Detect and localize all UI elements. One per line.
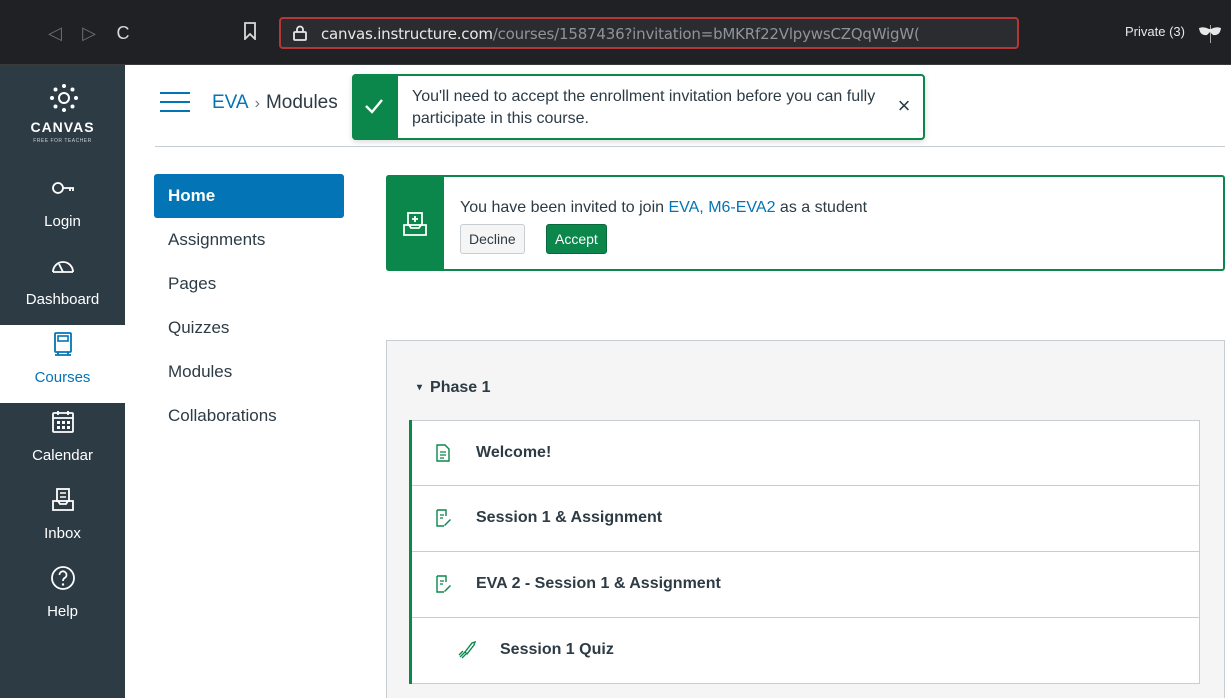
course-nav-pages[interactable]: Pages <box>154 262 344 306</box>
course-menu-toggle[interactable] <box>160 92 190 114</box>
courses-icon <box>53 332 72 356</box>
course-nav-modules[interactable]: Modules <box>154 350 344 394</box>
canvas-logo[interactable]: CANVAS FREE FOR TEACHER <box>0 79 125 159</box>
invitation-course-link[interactable]: EVA, M6-EVA2 <box>668 199 775 216</box>
module-item[interactable]: Session 1 & Assignment <box>412 486 1200 552</box>
breadcrumb-separator: › <box>254 95 260 112</box>
header-divider <box>155 146 1225 147</box>
course-nav-assignments[interactable]: Assignments <box>154 218 344 262</box>
global-nav-calendar[interactable]: Calendar <box>0 403 125 481</box>
module-item[interactable]: Session 1 Quiz <box>412 618 1200 684</box>
global-nav-login[interactable]: Login <box>0 169 125 247</box>
module-phase-1: ▾ Phase 1 Welcome! Session 1 & Assignment <box>386 340 1225 698</box>
close-icon[interactable]: × <box>894 95 914 117</box>
flash-text: You'll need to accept the enrollment inv… <box>412 88 876 127</box>
assignment-icon <box>436 509 451 527</box>
calendar-icon <box>51 411 74 433</box>
module-item-title[interactable]: Session 1 Quiz <box>500 641 614 659</box>
breadcrumb-current: Modules <box>265 92 338 113</box>
course-navigation: Home Assignments Pages Quizzes Modules C… <box>154 174 344 438</box>
module-header[interactable]: ▾ Phase 1 <box>417 379 491 397</box>
browser-toolbar: ◁ ▷ C canvas.instructure.com/courses/158… <box>0 0 1231 65</box>
global-nav-label: Dashboard <box>25 291 100 308</box>
global-nav-label: Inbox <box>44 525 81 542</box>
canvas-wordmark: CANVAS <box>30 119 95 135</box>
global-nav-label: Courses <box>34 369 91 386</box>
enrollment-invitation: You have been invited to join EVA, M6-EV… <box>386 175 1225 271</box>
lock-icon <box>293 25 307 41</box>
back-icon[interactable]: ◁ <box>44 22 66 44</box>
invitation-text: You have been invited to join EVA, M6-EV… <box>460 199 867 217</box>
module-item[interactable]: EVA 2 - Session 1 & Assignment <box>412 552 1200 618</box>
flash-message: You'll need to accept the enrollment inv… <box>352 74 925 140</box>
quiz-icon <box>458 641 476 659</box>
accept-button[interactable]: Accept <box>546 224 607 254</box>
page-icon <box>436 444 450 462</box>
course-nav-home[interactable]: Home <box>154 174 344 218</box>
url-path: /courses/1587436?invitation=bMKRf22Vlpyw… <box>492 25 920 43</box>
collapse-caret-icon[interactable]: ▾ <box>417 382 422 393</box>
invitation-text-before: You have been invited to join <box>460 199 669 216</box>
invitation-icon-box <box>386 175 444 271</box>
invitation-text-after: as a student <box>775 199 868 216</box>
global-nav-help[interactable]: Help <box>0 559 125 637</box>
module-item-title[interactable]: Welcome! <box>476 444 551 462</box>
course-nav-collaborations[interactable]: Collaborations <box>154 394 344 438</box>
global-nav-inbox[interactable]: Inbox <box>0 481 125 559</box>
invitation-icon <box>403 212 427 236</box>
breadcrumb-course-link[interactable]: EVA <box>212 92 249 113</box>
global-nav-label: Calendar <box>32 447 93 464</box>
module-item[interactable]: Welcome! <box>412 420 1200 486</box>
decline-button[interactable]: Decline <box>460 224 525 254</box>
global-navigation: CANVAS FREE FOR TEACHER Login Dashboard … <box>0 65 125 698</box>
login-icon <box>51 182 74 194</box>
reload-icon[interactable]: C <box>112 22 134 44</box>
forward-icon[interactable]: ▷ <box>78 22 100 44</box>
global-nav-dashboard[interactable]: Dashboard <box>0 247 125 325</box>
bookmark-icon[interactable] <box>243 22 257 40</box>
url-host: canvas.instructure.com <box>321 25 493 43</box>
module-item-title[interactable]: Session 1 & Assignment <box>476 509 662 527</box>
assignment-icon <box>436 575 451 593</box>
flash-status <box>352 74 398 140</box>
inbox-icon <box>51 488 74 511</box>
module-item-list: Welcome! Session 1 & Assignment EVA 2 - … <box>409 420 1200 684</box>
canvas-tagline: FREE FOR TEACHER <box>33 138 92 144</box>
module-title: Phase 1 <box>430 379 491 396</box>
global-nav-courses[interactable]: Courses <box>0 325 125 403</box>
global-nav-label: Help <box>47 603 78 620</box>
address-bar[interactable]: canvas.instructure.com/courses/1587436?i… <box>279 17 1211 49</box>
breadcrumb: EVA › Modules <box>212 92 338 114</box>
module-item-title[interactable]: EVA 2 - Session 1 & Assignment <box>476 575 721 593</box>
canvas-logo-icon <box>50 84 78 112</box>
course-nav-quizzes[interactable]: Quizzes <box>154 306 344 350</box>
url-text[interactable]: canvas.instructure.com/courses/1587436?i… <box>321 25 920 43</box>
global-nav-label: Login <box>44 213 81 230</box>
private-window-label[interactable]: Private (3) <box>1125 24 1185 39</box>
private-mask-icon[interactable] <box>1198 26 1222 38</box>
checkmark-icon <box>365 99 383 114</box>
dashboard-icon <box>51 261 74 273</box>
help-icon <box>50 566 75 590</box>
